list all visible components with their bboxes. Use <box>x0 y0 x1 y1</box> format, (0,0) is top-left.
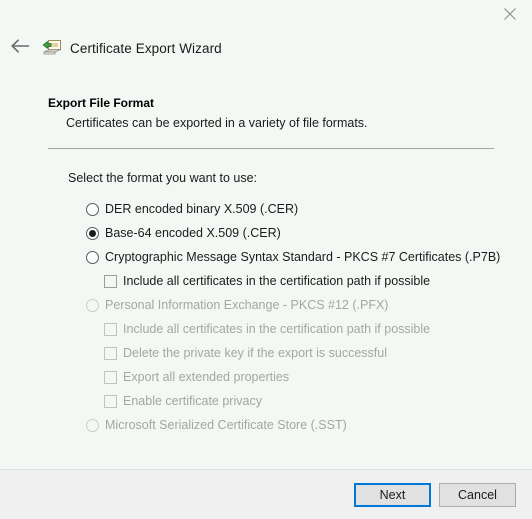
back-button[interactable] <box>6 34 34 62</box>
back-arrow-icon <box>11 39 30 58</box>
page-subtitle: Certificates can be exported in a variet… <box>66 116 506 130</box>
format-radio-option[interactable]: DER encoded binary X.509 (.CER) <box>86 197 506 221</box>
format-checkbox-option: Include all certificates in the certific… <box>104 317 506 341</box>
option-label: Export all extended properties <box>123 370 289 384</box>
wizard-header: Certificate Export Wizard <box>0 28 532 68</box>
format-options-group: DER encoded binary X.509 (.CER) Base-64 e… <box>86 197 506 437</box>
next-button[interactable]: Next <box>354 483 431 507</box>
radio-control[interactable] <box>86 203 99 216</box>
checkbox <box>104 347 117 360</box>
option-label: Enable certificate privacy <box>123 394 262 408</box>
certificate-export-wizard-window: Certificate Export Wizard Export File Fo… <box>0 0 532 519</box>
format-checkbox-option: Export all extended properties <box>104 365 506 389</box>
radio-control <box>86 419 99 432</box>
wizard-body: Export File Format Certificates can be e… <box>0 68 532 469</box>
option-label: Microsoft Serialized Certificate Store (… <box>105 418 347 432</box>
certificate-export-icon <box>42 38 62 58</box>
option-label: Include all certificates in the certific… <box>123 274 430 288</box>
page-title: Export File Format <box>48 96 506 110</box>
radio-button[interactable] <box>86 251 99 264</box>
checkbox-control <box>104 371 117 384</box>
format-radio-option[interactable]: Cryptographic Message Syntax Standard - … <box>86 245 506 269</box>
header-divider <box>48 148 494 149</box>
option-label: Base-64 encoded X.509 (.CER) <box>105 226 281 240</box>
checkbox-control <box>104 347 117 360</box>
checkbox[interactable] <box>104 275 117 288</box>
checkbox-control <box>104 323 117 336</box>
format-radio-option: Microsoft Serialized Certificate Store (… <box>86 413 506 437</box>
radio-button <box>86 419 99 432</box>
cancel-button[interactable]: Cancel <box>439 483 516 507</box>
close-icon <box>504 8 516 20</box>
option-label: Delete the private key if the export is … <box>123 346 387 360</box>
format-prompt: Select the format you want to use: <box>68 171 506 185</box>
format-checkbox-option: Delete the private key if the export is … <box>104 341 506 365</box>
option-label: Cryptographic Message Syntax Standard - … <box>105 250 500 264</box>
option-label: Include all certificates in the certific… <box>123 322 430 336</box>
option-label: DER encoded binary X.509 (.CER) <box>105 202 298 216</box>
radio-control <box>86 299 99 312</box>
radio-control[interactable] <box>86 227 99 240</box>
option-label: Personal Information Exchange - PKCS #12… <box>105 298 388 312</box>
format-checkbox-option: Enable certificate privacy <box>104 389 506 413</box>
format-radio-option: Personal Information Exchange - PKCS #12… <box>86 293 506 317</box>
checkbox-control[interactable] <box>104 275 117 288</box>
window-title: Certificate Export Wizard <box>70 41 222 56</box>
radio-button-selected[interactable] <box>86 227 99 240</box>
close-button[interactable] <box>487 0 532 28</box>
format-checkbox-option[interactable]: Include all certificates in the certific… <box>104 269 506 293</box>
format-radio-option[interactable]: Base-64 encoded X.509 (.CER) <box>86 221 506 245</box>
checkbox-control <box>104 395 117 408</box>
radio-button <box>86 299 99 312</box>
checkbox <box>104 323 117 336</box>
radio-button[interactable] <box>86 203 99 216</box>
checkbox <box>104 371 117 384</box>
title-bar <box>0 0 532 28</box>
dialog-footer: Next Cancel <box>0 469 532 519</box>
radio-control[interactable] <box>86 251 99 264</box>
checkbox <box>104 395 117 408</box>
